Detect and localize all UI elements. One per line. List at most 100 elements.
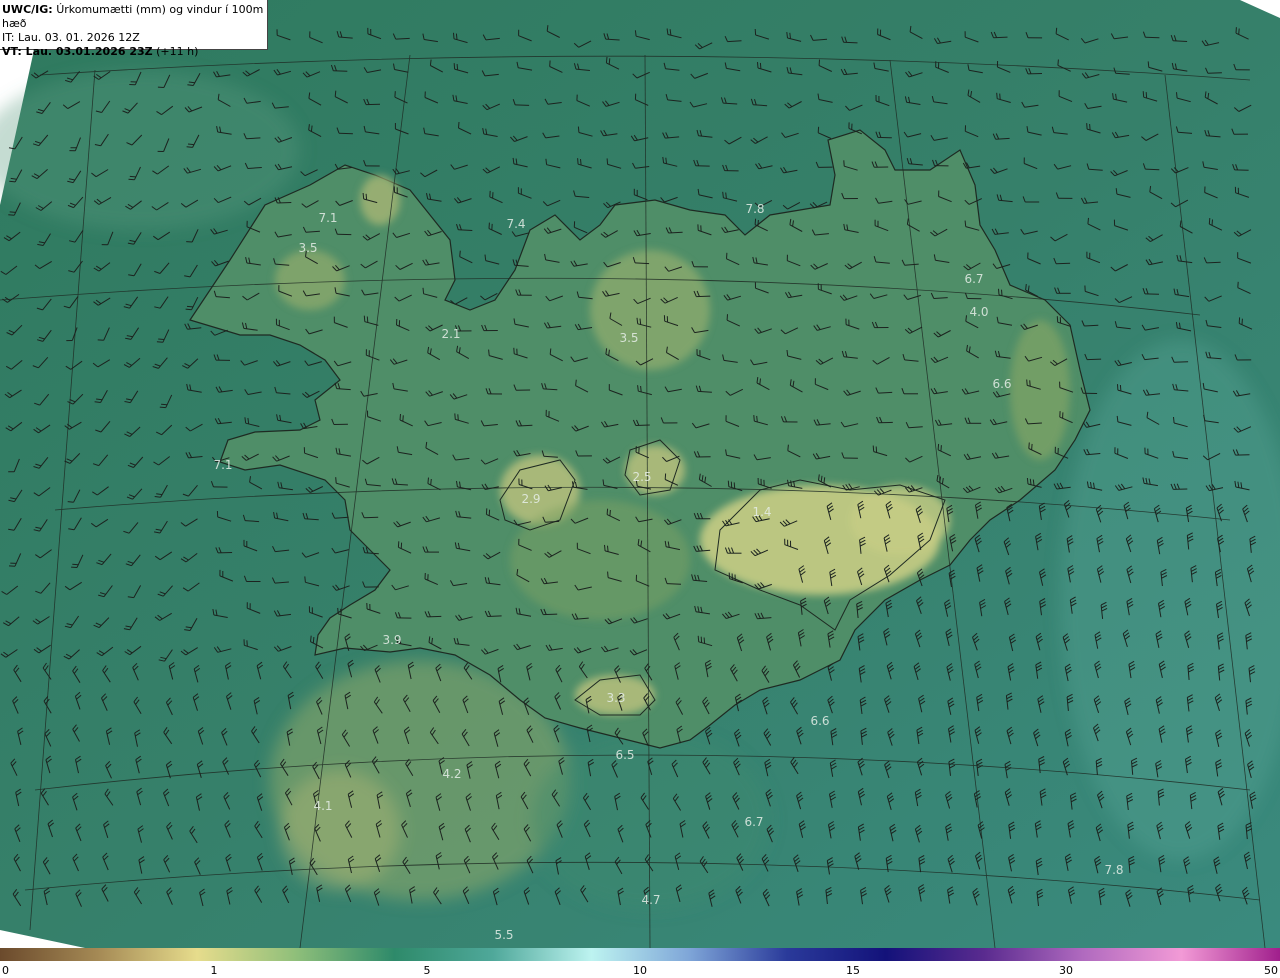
wind-barb-staff <box>338 132 353 135</box>
wind-barb-flag <box>757 219 759 227</box>
value-label: 1.4 <box>752 505 771 519</box>
wind-barb-staff <box>1145 168 1160 171</box>
wind-barb-flag <box>67 501 74 503</box>
colorbar-tick: 15 <box>846 964 860 977</box>
wind-barb-flag <box>1029 478 1032 485</box>
wind-barb-flag <box>158 338 165 340</box>
wind-barb-staff <box>993 36 1008 39</box>
init-time: IT: Lau. 03. 01. 2026 12Z <box>2 31 140 44</box>
wind-barb-flag <box>9 180 16 183</box>
wind-barb-flag <box>787 444 789 451</box>
colorbar: 0 1 5 10 15 30 50 <box>0 948 1280 978</box>
wind-barb-flag <box>455 33 458 40</box>
wind-barb-flag <box>786 32 788 39</box>
wind-barb-staff <box>395 37 410 40</box>
wind-barb-flag <box>608 58 611 65</box>
wind-barb-flag <box>996 92 998 99</box>
wind-barb-flag <box>1115 188 1118 195</box>
wind-barb-flag <box>159 406 166 409</box>
wind-barb-staff <box>878 391 893 394</box>
map-header: UWC/IG: Úrkomumætti (mm) og vindur í 100… <box>0 0 268 58</box>
colorbar-tick: 1 <box>210 964 218 977</box>
wind-barb-flag <box>1147 61 1150 68</box>
wind-barb-flag <box>427 477 429 484</box>
wind-barb-flag <box>128 178 135 181</box>
wind-barb-staff <box>635 424 650 426</box>
wind-barb-flag <box>634 30 637 37</box>
wind-barb-flag <box>186 146 193 148</box>
wind-barb-flag <box>1238 28 1240 35</box>
value-label: 3.3 <box>606 691 625 705</box>
wind-barb-flag <box>722 191 724 198</box>
wind-barb-flag <box>1026 379 1028 386</box>
wind-barb-flag <box>308 124 310 131</box>
value-label: 7.1 <box>318 211 337 225</box>
wind-barb-staff <box>1207 72 1222 74</box>
wind-barb-flag <box>665 157 667 164</box>
wind-barb-flag <box>607 545 609 552</box>
wind-barb-staff <box>333 70 348 72</box>
wind-barb-staff <box>666 583 682 585</box>
wind-barb-flag <box>789 32 791 39</box>
wind-barb-flag <box>1116 415 1119 422</box>
value-label: 7.8 <box>1104 863 1123 877</box>
wind-barb-flag <box>129 175 136 178</box>
wind-barb-flag <box>1211 219 1213 226</box>
value-label: 7.4 <box>506 217 525 231</box>
wind-barb-flag <box>365 193 368 200</box>
wind-barb-flag <box>9 211 16 213</box>
wind-barb-staff <box>1173 40 1188 42</box>
wind-barb-flag <box>786 349 789 357</box>
wind-barb-flag <box>1176 92 1178 99</box>
value-label: 7.1 <box>213 458 232 472</box>
wind-barb-flag <box>458 121 460 129</box>
wind-barb-flag <box>161 403 168 406</box>
wind-barb-flag <box>580 159 582 166</box>
wind-barb-staff <box>696 295 711 298</box>
wind-barb-flag <box>940 445 942 452</box>
wind-barb-flag <box>697 635 700 642</box>
wind-barb-flag <box>605 348 608 355</box>
wind-barb-flag <box>999 93 1001 100</box>
wind-barb-flag <box>402 415 404 422</box>
wind-barb-flag <box>454 413 456 420</box>
wind-barb-flag <box>1026 477 1029 485</box>
forecast-offset: (+11 h) <box>156 45 199 58</box>
wind-barb-flag <box>636 317 639 324</box>
wind-barb-flag <box>156 341 163 343</box>
wind-barb-flag <box>609 509 611 517</box>
wind-barb-flag <box>1057 59 1059 66</box>
wind-barb-flag <box>823 477 826 484</box>
wind-barb-flag <box>399 413 401 421</box>
wind-barb-flag <box>1208 218 1211 225</box>
wind-barb-flag <box>186 305 193 308</box>
colorbar-tick: 5 <box>423 964 431 977</box>
wind-barb-staff <box>458 229 473 231</box>
wind-barb-flag <box>430 478 432 485</box>
wind-barb-flag <box>335 477 337 484</box>
wind-barb-flag <box>1031 443 1033 450</box>
value-label: 5.5 <box>494 928 513 942</box>
value-label: 6.6 <box>810 714 829 728</box>
value-label: 3.9 <box>382 633 401 647</box>
wind-barb-flag <box>366 316 369 323</box>
value-label: 6.7 <box>964 272 983 286</box>
wind-barb-flag <box>872 445 875 452</box>
wind-barb-staff <box>1174 361 1189 363</box>
wind-barb-staff <box>668 231 683 234</box>
wind-barb-flag <box>484 254 487 261</box>
wind-barb-flag <box>549 348 552 355</box>
wind-barb-flag <box>725 192 727 199</box>
wind-barb-flag <box>304 576 306 583</box>
colorbar-strip <box>0 948 1280 961</box>
wind-barb-flag <box>1029 380 1031 387</box>
precipitation-wind-map: 7.1 3.5 7.4 7.8 6.7 4.0 2.1 3.5 6.6 7.1 2.9 2.5 1.4 3… <box>0 0 1280 948</box>
wind-barb-flag <box>310 125 313 132</box>
value-label: 2.9 <box>521 492 540 506</box>
wind-barb-flag <box>1032 479 1035 486</box>
wind-barb-flag <box>759 378 761 385</box>
wind-barb-flag <box>363 315 366 322</box>
value-label: 4.1 <box>313 799 332 813</box>
wind-barb-flag <box>457 414 459 421</box>
value-label: 4.7 <box>641 893 660 907</box>
